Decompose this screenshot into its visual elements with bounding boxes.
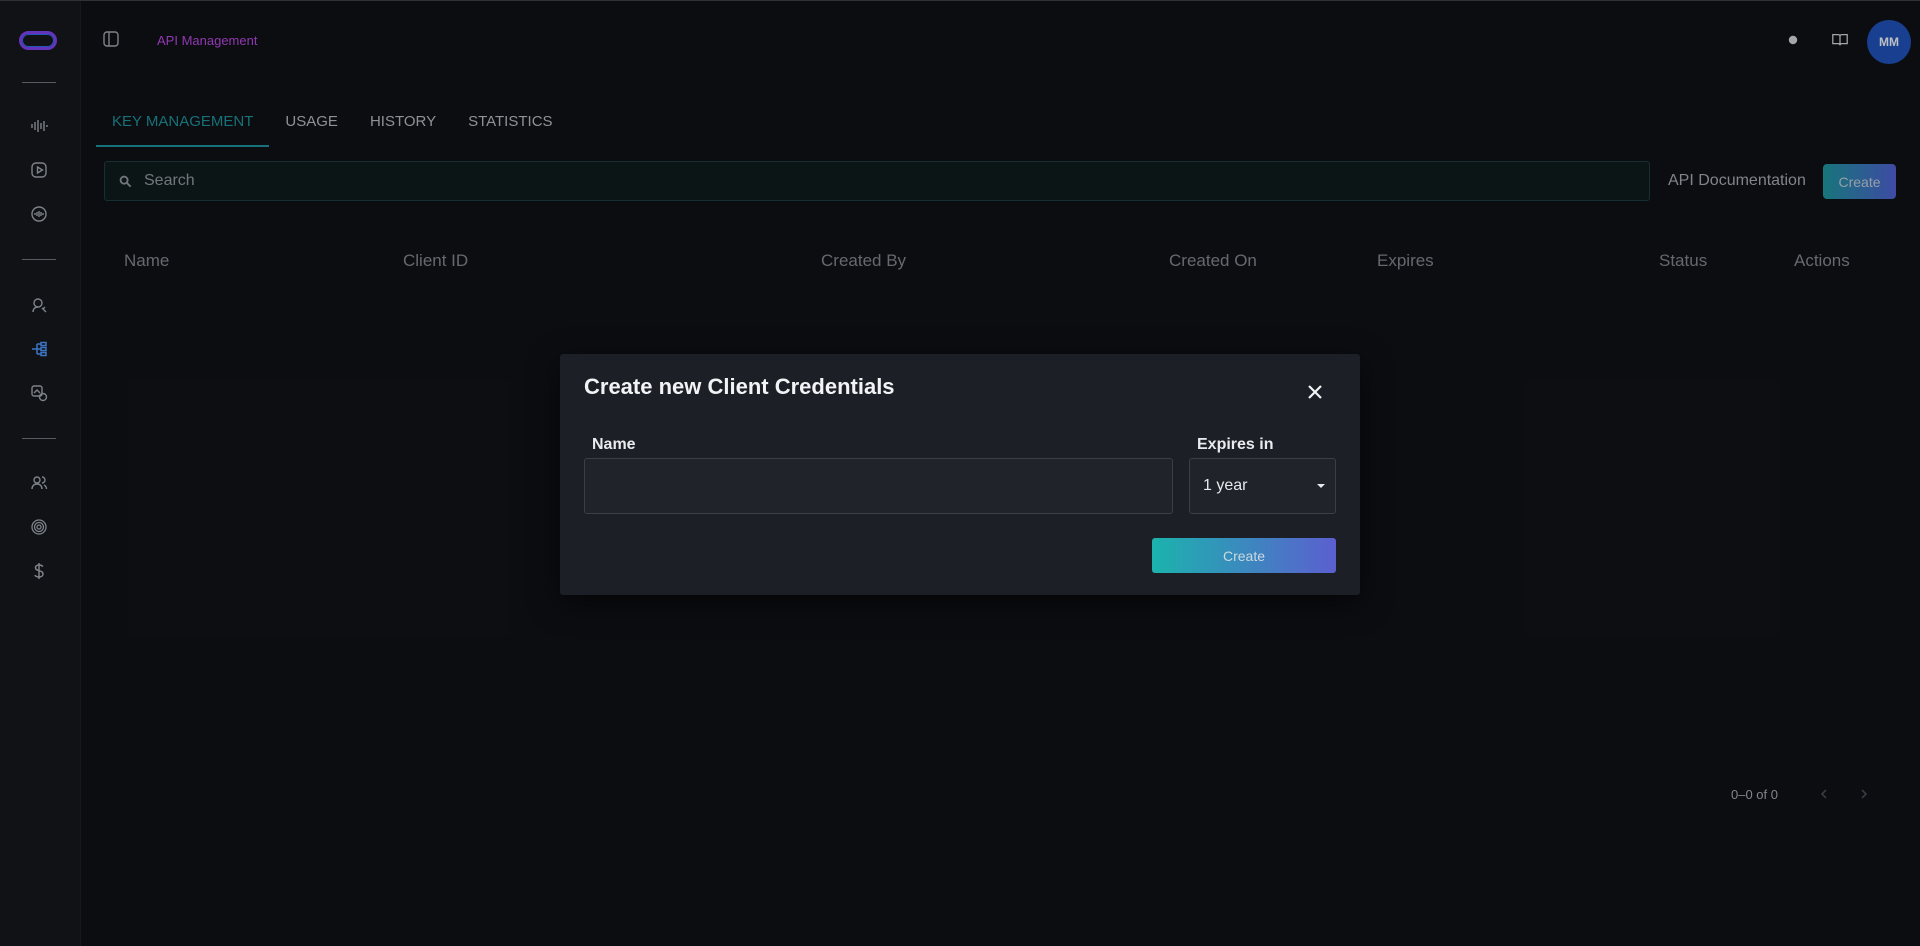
name-field[interactable]	[584, 458, 1173, 514]
dialog-title: Create new Client Credentials	[584, 374, 895, 399]
name-label: Name	[592, 436, 636, 453]
create-credentials-dialog: Create new Client Credentials Name Expir…	[560, 354, 1360, 595]
dialog-create-button[interactable]: Create	[1152, 538, 1336, 573]
expires-select[interactable]: 1 year	[1189, 458, 1336, 514]
caret-down-icon	[1317, 484, 1325, 488]
close-icon[interactable]	[1303, 380, 1327, 404]
expires-label: Expires in	[1197, 436, 1274, 453]
expires-value: 1 year	[1203, 477, 1248, 494]
